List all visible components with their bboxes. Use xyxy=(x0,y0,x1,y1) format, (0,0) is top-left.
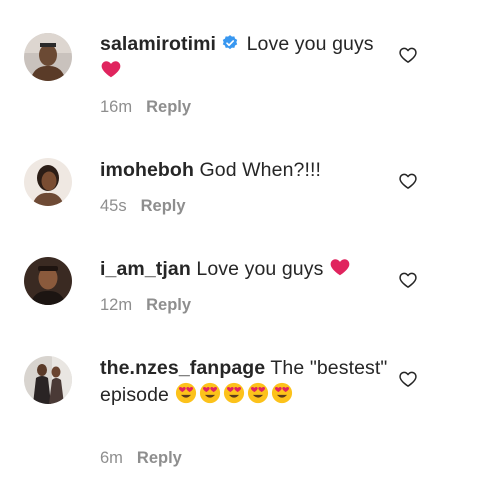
comment-body: Love you guys xyxy=(246,33,374,55)
reply-button[interactable]: Reply xyxy=(146,296,191,314)
reply-button[interactable]: Reply xyxy=(146,98,191,116)
username[interactable]: i_am_tjan xyxy=(100,258,191,280)
heart-outline-icon[interactable] xyxy=(398,45,418,65)
reply-button[interactable]: Reply xyxy=(137,449,182,467)
avatar[interactable] xyxy=(24,257,72,305)
timestamp: 45s xyxy=(100,197,127,215)
heart-eyes-emoji-icon xyxy=(175,382,197,404)
comment-meta: 16m Reply xyxy=(100,98,191,117)
username[interactable]: salamirotimi xyxy=(100,33,216,55)
comment-body: God When?!!! xyxy=(199,159,322,181)
comment-meta: 6m Reply xyxy=(100,449,182,468)
timestamp: 6m xyxy=(100,449,123,467)
verified-badge-icon xyxy=(221,34,239,52)
username[interactable]: the.nzes_fanpage xyxy=(100,357,265,379)
reply-button[interactable]: Reply xyxy=(141,197,186,215)
heart-outline-icon[interactable] xyxy=(398,369,418,389)
avatar[interactable] xyxy=(24,33,72,81)
heart-eyes-emoji-icon xyxy=(199,382,221,404)
comment-text: i_am_tjan Love you guys xyxy=(100,256,390,283)
heart-eyes-emoji-icon xyxy=(271,382,293,404)
avatar[interactable] xyxy=(24,356,72,404)
heart-outline-icon[interactable] xyxy=(398,171,418,191)
comment-text: imoheboh God When?!!! xyxy=(100,157,390,184)
comment-body: Love you guys xyxy=(196,258,324,280)
comment-text: salamirotimi Love you guys xyxy=(100,31,390,85)
heart-eyes-emoji-icon xyxy=(223,382,245,404)
timestamp: 16m xyxy=(100,98,133,116)
red-heart-icon xyxy=(100,58,122,80)
username[interactable]: imoheboh xyxy=(100,159,194,181)
comment-text: the.nzes_fanpage The "bestest" episode xyxy=(100,355,390,409)
avatar[interactable] xyxy=(24,158,72,206)
timestamp: 12m xyxy=(100,296,133,314)
comment-meta: 12m Reply xyxy=(100,296,191,315)
heart-outline-icon[interactable] xyxy=(398,270,418,290)
heart-eyes-emoji-icon xyxy=(247,382,269,404)
comment-meta: 45s Reply xyxy=(100,197,186,216)
red-heart-icon xyxy=(329,256,351,278)
